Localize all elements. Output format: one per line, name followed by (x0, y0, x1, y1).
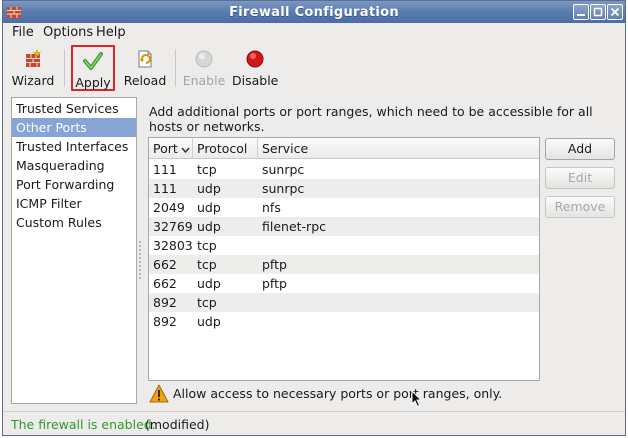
cell-protocol: udp (197, 219, 221, 234)
apply-label: Apply (75, 75, 111, 90)
cell-port: 32803 (153, 238, 193, 253)
table-row[interactable]: 892 udp (149, 312, 539, 331)
disable-label: Disable (232, 73, 279, 88)
cell-protocol: udp (197, 200, 221, 215)
cell-service: nfs (262, 200, 281, 215)
enable-button[interactable]: Enable (181, 45, 227, 91)
sidebar-item-custom-rules[interactable]: Custom Rules (12, 213, 136, 232)
cell-service: filenet-rpc (262, 219, 327, 234)
check-icon (83, 52, 103, 70)
table-row[interactable]: 32803 tcp (149, 236, 539, 255)
column-header-port[interactable]: Port (149, 138, 193, 159)
firewall-window: Firewall Configuration File Options Help (2, 0, 626, 436)
sort-descending-icon (181, 147, 190, 153)
modified-indicator: (modified) (145, 417, 210, 432)
cell-service (258, 236, 539, 255)
hint-text: Allow access to necessary ports or port … (173, 386, 503, 401)
cell-service: pftp (262, 276, 287, 291)
cell-service: pftp (262, 257, 287, 272)
reload-button[interactable]: Reload (121, 45, 169, 91)
sidebar-item-port-forwarding[interactable]: Port Forwarding (12, 175, 136, 194)
remove-button[interactable]: Remove (545, 196, 615, 218)
menu-help[interactable]: Help (96, 25, 126, 40)
cell-service (258, 293, 539, 312)
table-row[interactable]: 662 udp pftp (149, 274, 539, 293)
column-header-service[interactable]: Service (258, 138, 539, 159)
category-list: Trusted Services Other Ports Trusted Int… (11, 97, 137, 404)
sidebar-item-trusted-interfaces[interactable]: Trusted Interfaces (12, 137, 136, 156)
info-hint: Allow access to necessary ports or port … (149, 384, 549, 404)
cell-protocol: udp (197, 314, 221, 329)
cell-protocol: udp (197, 181, 221, 196)
sidebar-item-other-ports[interactable]: Other Ports (12, 118, 136, 137)
cell-port: 662 (153, 276, 177, 291)
minimize-button[interactable] (573, 4, 589, 20)
cell-service: sunrpc (262, 162, 305, 177)
pane-splitter-handle[interactable] (138, 241, 142, 281)
wizard-button[interactable]: Wizard (9, 45, 57, 91)
status-bar: The firewall is enabled. (modified) (3, 411, 625, 435)
table-row[interactable]: 111 tcp sunrpc (149, 160, 539, 179)
cell-protocol: tcp (197, 257, 217, 272)
disable-icon (246, 50, 264, 68)
cell-port: 892 (153, 295, 177, 310)
close-icon (610, 7, 620, 17)
menu-options[interactable]: Options (43, 25, 93, 40)
cell-port: 111 (153, 181, 177, 196)
table-row[interactable]: 32769 udp filenet-rpc (149, 217, 539, 236)
column-header-protocol[interactable]: Protocol (193, 138, 258, 159)
table-row[interactable]: 662 tcp pftp (149, 255, 539, 274)
close-button[interactable] (607, 4, 623, 20)
enable-label: Enable (182, 73, 226, 88)
cell-protocol: tcp (197, 238, 217, 253)
cell-port: 32769 (153, 219, 193, 234)
title-bar[interactable]: Firewall Configuration (3, 1, 625, 23)
table-row[interactable]: 2049 udp nfs (149, 198, 539, 217)
menu-file[interactable]: File (12, 25, 34, 40)
cell-port: 892 (153, 314, 177, 329)
warning-icon (149, 384, 169, 403)
cell-protocol: tcp (197, 295, 217, 310)
cell-port: 2049 (153, 200, 185, 215)
disable-button[interactable]: Disable (232, 45, 278, 91)
toolbar-separator (64, 49, 65, 87)
cell-port: 662 (153, 257, 177, 272)
ports-description: Add additional ports or port ranges, whi… (149, 104, 593, 134)
wizard-icon (26, 49, 42, 67)
sidebar-item-masquerading[interactable]: Masquerading (12, 156, 136, 175)
sidebar-item-icmp-filter[interactable]: ICMP Filter (12, 194, 136, 213)
reload-label: Reload (123, 73, 167, 88)
cell-service (258, 312, 539, 331)
maximize-icon (593, 7, 603, 17)
firewall-status: The firewall is enabled. (11, 417, 156, 432)
reload-icon (138, 50, 152, 68)
mouse-pointer-icon (411, 390, 423, 408)
table-row[interactable]: 892 tcp (149, 293, 539, 312)
minimize-icon (577, 14, 585, 16)
sidebar-item-trusted-services[interactable]: Trusted Services (12, 99, 136, 118)
cell-service: sunrpc (262, 181, 305, 196)
apply-button[interactable]: Apply (71, 45, 115, 91)
window-title: Firewall Configuration (229, 5, 399, 20)
toolbar-separator (175, 49, 176, 87)
cell-protocol: udp (197, 276, 221, 291)
edit-button[interactable]: Edit (545, 167, 615, 189)
menu-bar: File Options Help (3, 23, 625, 43)
maximize-button[interactable] (590, 4, 606, 20)
toolbar: Wizard Apply Reload Enable Disable (3, 43, 625, 93)
table-header: Port Protocol Service (149, 138, 539, 159)
ports-table: Port Protocol Service 111 tcp sunrpc 111 udp… (148, 137, 540, 381)
enable-icon (195, 50, 213, 68)
wizard-label: Wizard (11, 73, 55, 88)
cell-protocol: tcp (197, 162, 217, 177)
cell-port: 111 (153, 162, 177, 177)
table-row[interactable]: 111 udp sunrpc (149, 179, 539, 198)
add-button[interactable]: Add (545, 138, 615, 160)
